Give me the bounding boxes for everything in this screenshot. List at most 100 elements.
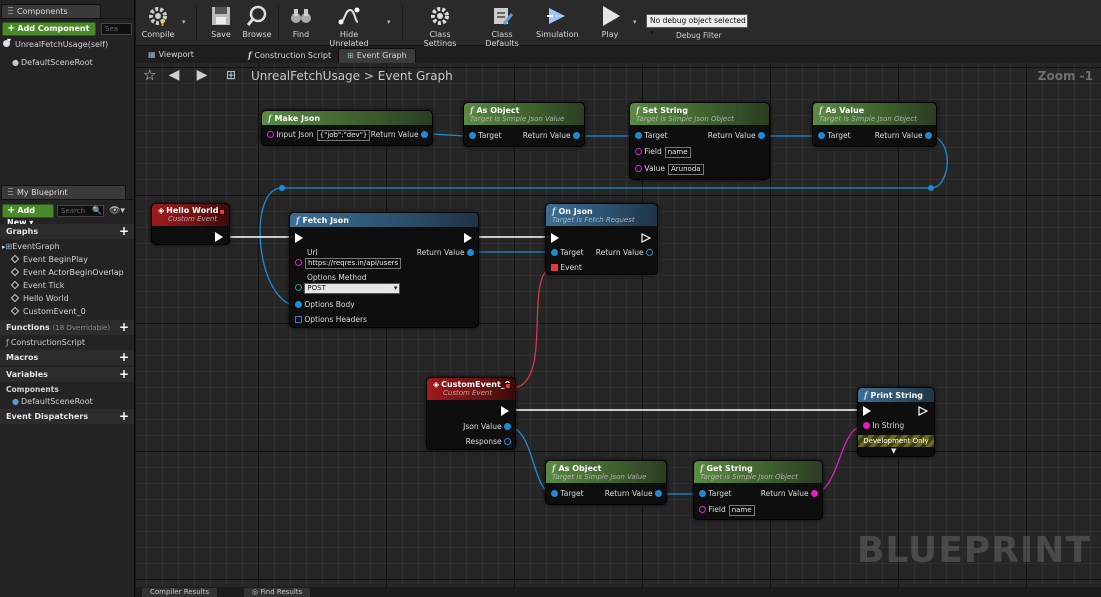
pin-options-method[interactable]: POST ▾ [295, 283, 401, 294]
find-button[interactable]: Find [286, 4, 316, 39]
self-item[interactable]: UnrealFetchUsage(self) [3, 38, 108, 51]
class-defaults-button[interactable]: Class Defaults [475, 4, 529, 48]
tab-find-results[interactable]: ◎ Find Results [244, 588, 311, 597]
components-tab[interactable]: Components [1, 4, 101, 18]
add-function-icon[interactable]: + [119, 320, 129, 335]
event-delegate-pin-icon[interactable] [219, 209, 225, 215]
tab-construction-script[interactable]: f Construction Script [240, 48, 339, 63]
node-fetch-json[interactable]: f Fetch Json Return Value Url https://req… [289, 212, 479, 328]
node-get-string[interactable]: f Get String Target is Simple Json Object … [693, 460, 823, 520]
pin-target[interactable]: Target [635, 131, 668, 141]
pin-target[interactable]: Target [551, 489, 584, 499]
pin-return-value[interactable]: Return Value [417, 248, 474, 258]
add-graph-icon[interactable]: + [119, 224, 129, 239]
class-settings-button[interactable]: Class Settings [414, 4, 466, 48]
pin-return-value[interactable]: Return Value [371, 130, 428, 140]
node-as-object[interactable]: f As Object Target is Simple Json Value Ta… [463, 102, 585, 147]
event-item-customevent[interactable]: CustomEvent_0 [10, 305, 86, 318]
pin-event[interactable]: Event [551, 263, 582, 273]
add-variable-icon[interactable]: + [119, 367, 129, 382]
pin-exec-in[interactable] [551, 233, 559, 244]
pin-return-value[interactable]: Return Value [523, 131, 580, 141]
macros-section[interactable]: Macros + [0, 350, 134, 365]
components-search-input[interactable]: Sea [101, 23, 132, 35]
pin-value[interactable]: Value Arunoda [635, 164, 704, 175]
pin-target[interactable]: Target [469, 131, 502, 141]
add-new-button[interactable]: + Add New ▾ [2, 204, 54, 227]
play-button[interactable]: Play [596, 4, 624, 39]
pin-target[interactable]: Target [551, 248, 584, 258]
event-item-actorbeginoverlap[interactable]: Event ActorBeginOverlap [10, 266, 124, 279]
pin-return-value[interactable]: Return Value [875, 131, 932, 141]
field-input[interactable]: name [664, 147, 691, 158]
graph-canvas[interactable]: ☆ ◀ ▶ ⊞ UnrealFetchUsage > Event Graph Z… [136, 63, 1101, 587]
node-on-json[interactable]: f On Json Target is Fetch Request Target R… [545, 203, 658, 275]
browse-button[interactable]: Browse [240, 4, 274, 39]
view-options-eye-icon[interactable]: 👁▾ [109, 206, 125, 216]
node-set-string[interactable]: f Set String Target is Simple Json Object … [629, 102, 770, 180]
node-print-string[interactable]: f Print String In String Development Only… [857, 387, 935, 457]
event-dispatchers-section[interactable]: Event Dispatchers + [0, 409, 134, 424]
pin-field[interactable]: Field name [635, 147, 691, 158]
functions-section[interactable]: Functions (18 Overridable) + [0, 320, 134, 335]
event-delegate-pin-icon[interactable] [505, 383, 511, 389]
event-item-tick[interactable]: Event Tick [10, 279, 64, 292]
components-root-item[interactable]: ● DefaultSceneRoot [12, 395, 93, 408]
add-macro-icon[interactable]: + [119, 350, 129, 365]
pin-options-body[interactable]: Options Body [295, 300, 355, 310]
construction-script-item[interactable]: ƒ ConstructionScript [6, 336, 85, 349]
pin-exec-out[interactable] [501, 406, 509, 417]
value-input[interactable]: Arunoda [668, 164, 704, 175]
pin-in-string[interactable]: In String [863, 421, 904, 431]
add-component-button[interactable]: +Add Component ▾ [2, 22, 96, 45]
pin-return-value[interactable]: Return Value [605, 489, 662, 499]
node-as-object-2[interactable]: f As Object Target is Simple Json Value Ta… [545, 460, 667, 505]
pin-return-value[interactable]: Return Value [596, 248, 653, 258]
my-blueprint-search-input[interactable]: Search 🔍 [57, 205, 104, 217]
field-input[interactable]: name [728, 505, 755, 516]
compile-button[interactable]: ? Compile [140, 4, 176, 39]
expand-advanced-arrow-icon[interactable]: ▼ [891, 446, 896, 456]
simulation-button[interactable]: Simulation [536, 4, 579, 39]
pin-exec-out[interactable] [464, 233, 472, 244]
url-input[interactable]: https://reqres.in/api/users [305, 258, 402, 269]
pin-return-value[interactable]: Return Value [708, 131, 765, 141]
node-make-json[interactable]: f Make Json Input Json {"job":"dev"} Retur… [261, 110, 433, 146]
pin-exec-out[interactable] [215, 232, 223, 243]
play-options-arrow-icon[interactable]: ▾ [633, 18, 637, 26]
tab-viewport[interactable]: ▦ Viewport [140, 48, 202, 63]
tab-event-graph[interactable]: ⊞ Event Graph [338, 48, 416, 63]
pin-exec-in[interactable] [295, 233, 303, 244]
hide-unrelated-options-arrow-icon[interactable]: ▾ [387, 18, 391, 26]
node-custom-event[interactable]: ◈ CustomEvent_0 Custom Event Json Value Re… [426, 377, 516, 450]
event-item-beginplay[interactable]: Event BeginPlay [10, 253, 88, 266]
pin-input-json[interactable]: Input Json {"job":"dev"} [267, 130, 371, 141]
node-as-value[interactable]: f As Value Target is Simple Json Object Ta… [812, 102, 937, 147]
debug-object-select[interactable]: No debug object selected ▾ [646, 14, 748, 37]
pin-exec-out[interactable] [918, 406, 928, 417]
hide-unrelated-button[interactable]: Hide Unrelated [322, 4, 376, 48]
pin-url[interactable]: https://reqres.in/api/users [295, 258, 402, 269]
graphs-section[interactable]: Graphs + [0, 224, 134, 239]
compile-options-arrow-icon[interactable]: ▾ [182, 18, 186, 26]
pin-target[interactable]: Target [699, 489, 732, 499]
pin-exec-in[interactable] [863, 406, 871, 417]
pin-field[interactable]: Field name [699, 505, 755, 516]
options-method-select[interactable]: POST ▾ [304, 283, 401, 294]
tab-compiler-results[interactable]: Compiler Results [142, 588, 218, 597]
pin-json-value[interactable]: Json Value [463, 422, 511, 432]
add-dispatcher-icon[interactable]: + [119, 409, 129, 424]
event-item-hello-world[interactable]: Hello World [10, 292, 69, 305]
pin-target[interactable]: Target [818, 131, 851, 141]
save-button[interactable]: Save [206, 4, 236, 39]
my-blueprint-tab[interactable]: My Blueprint [1, 185, 126, 199]
default-scene-root-item[interactable]: ● DefaultSceneRoot [12, 56, 93, 69]
pin-response[interactable]: Response [466, 437, 511, 447]
node-hello-world-event[interactable]: ◈ Hello World Custom Event [151, 203, 230, 245]
pin-exec-out[interactable] [641, 233, 651, 244]
input-json-field[interactable]: {"job":"dev"} [316, 130, 371, 141]
event-graph-item[interactable]: ▸⊞EventGraph [2, 240, 60, 253]
variables-section[interactable]: Variables + [0, 367, 134, 382]
pin-return-value[interactable]: Return Value [761, 489, 818, 499]
pin-options-headers[interactable]: Options Headers [295, 315, 367, 325]
